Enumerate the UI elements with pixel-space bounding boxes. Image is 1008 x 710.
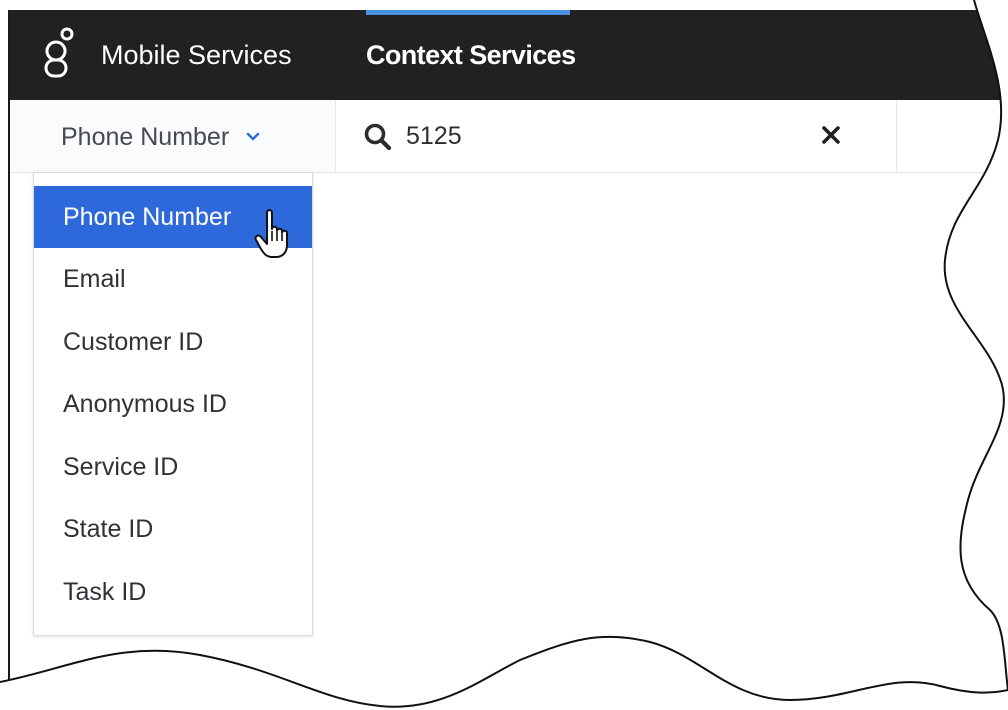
search-toolbar: Phone Number <box>10 100 1008 173</box>
search-box <box>336 100 897 172</box>
hand-pointer-icon <box>254 209 288 258</box>
menu-item-service-id[interactable]: Service ID <box>34 436 312 498</box>
search-input[interactable] <box>406 115 786 157</box>
search-type-select[interactable]: Phone Number <box>32 112 312 162</box>
genesys-logo-icon <box>44 27 74 78</box>
menu-item-anonymous-id[interactable]: Anonymous ID <box>34 373 312 435</box>
top-navigation-bar: Mobile Services Context Services <box>10 10 1008 100</box>
menu-item-task-id[interactable]: Task ID <box>34 561 312 623</box>
menu-item-state-id[interactable]: State ID <box>34 498 312 560</box>
search-icon <box>364 123 392 151</box>
menu-item-customer-id[interactable]: Customer ID <box>34 311 312 373</box>
search-type-select-container: Phone Number <box>10 100 336 172</box>
close-icon[interactable] <box>820 124 842 146</box>
context-services-app: Mobile Services Context Services Phone N… <box>0 0 1008 710</box>
nav-context-services[interactable]: Context Services <box>366 10 576 100</box>
nav-mobile-services[interactable]: Mobile Services <box>101 10 292 100</box>
chevron-down-icon <box>246 132 260 141</box>
search-type-selected-label: Phone Number <box>61 122 230 151</box>
